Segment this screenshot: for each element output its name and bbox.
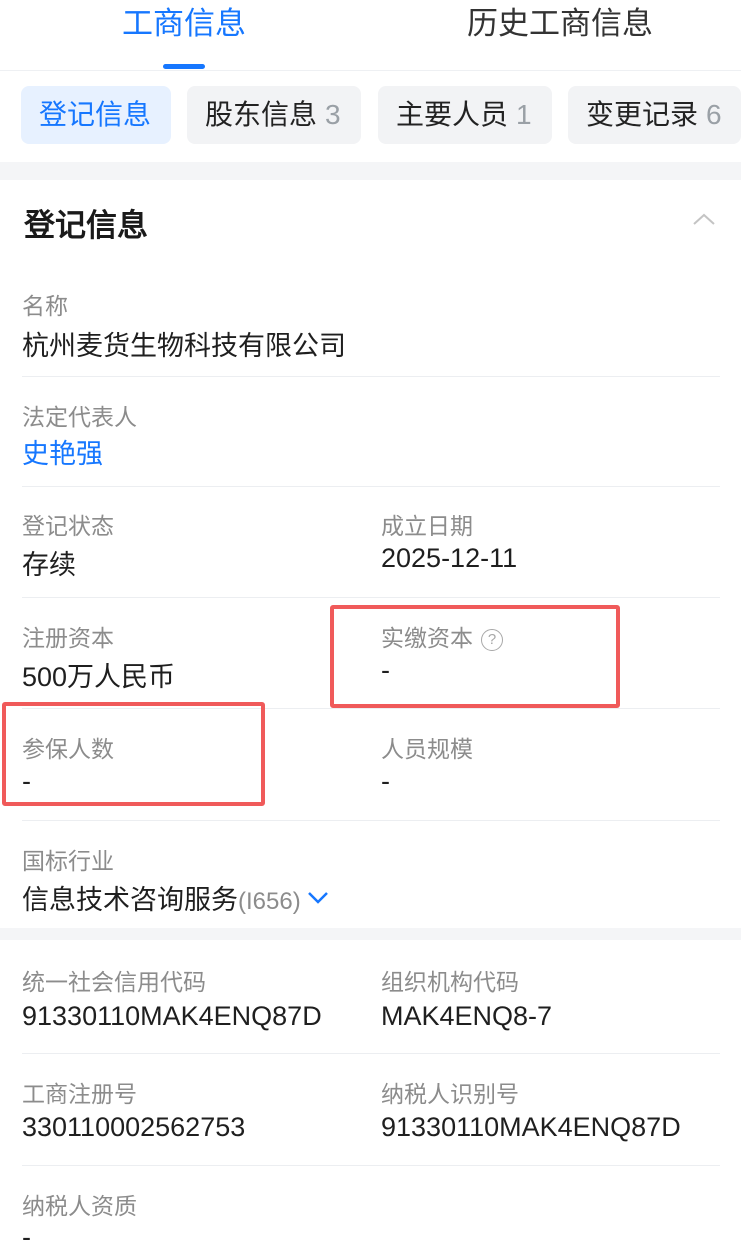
sub-tab-label: 股东信息: [205, 99, 318, 130]
taxpayer-id-value: 91330110MAK4ENQ87D: [381, 1112, 681, 1142]
staff-scale-value: -: [381, 766, 390, 796]
taxpayer-id-label: 纳税人识别号: [381, 1081, 519, 1107]
reg-capital-value: 500万人民币: [22, 662, 176, 692]
highlight-box-paid-capital: [330, 605, 620, 708]
divider: [22, 376, 720, 377]
divider: [22, 1165, 720, 1166]
sub-tab-key-personnel[interactable]: 主要人员 1: [378, 86, 552, 144]
taxpayer-qual-value: -: [22, 1222, 31, 1252]
chevron-up-icon[interactable]: [692, 212, 716, 226]
company-name: 杭州麦货生物科技有限公司: [22, 331, 346, 361]
section-title: 登记信息: [24, 208, 148, 243]
biz-reg-no-label: 工商注册号: [22, 1081, 137, 1107]
divider: [22, 820, 720, 821]
sub-tab-bar: 登记信息 股东信息 3 主要人员 1 变更记录 6: [0, 70, 741, 162]
highlight-box-insured-count: [2, 702, 265, 806]
active-tab-indicator: [163, 64, 205, 69]
reg-status-value: 存续: [22, 550, 76, 580]
reg-capital-label: 注册资本: [22, 625, 114, 651]
sub-tab-count: 1: [516, 99, 532, 130]
sub-tab-label: 变更记录: [586, 99, 699, 130]
sub-tab-registration[interactable]: 登记信息: [21, 86, 171, 144]
legal-rep-link[interactable]: 史艳强: [22, 432, 103, 471]
reg-status-label: 登记状态: [22, 513, 114, 539]
divider: [22, 1053, 720, 1054]
industry-label: 国标行业: [22, 848, 114, 874]
credit-code-label: 统一社会信用代码: [22, 969, 206, 995]
staff-scale-label: 人员规模: [381, 736, 473, 762]
biz-reg-no-value: 330110002562753: [22, 1112, 246, 1142]
sub-tab-count: 6: [706, 99, 722, 130]
tab-history-business-info[interactable]: 历史工商信息: [467, 2, 653, 46]
sub-tab-change-records[interactable]: 变更记录 6: [568, 86, 741, 144]
legal-rep-label: 法定代表人: [22, 404, 137, 430]
org-code-value: MAK4ENQ8-7: [381, 1001, 553, 1031]
section-separator: [0, 928, 741, 940]
sub-tab-count: 3: [325, 99, 341, 130]
sub-tab-label: 登记信息: [39, 99, 152, 130]
name-label: 名称: [22, 293, 68, 319]
divider: [22, 597, 720, 598]
industry-code: (I656): [238, 888, 301, 915]
chevron-down-icon[interactable]: [307, 891, 329, 905]
divider: [22, 486, 720, 487]
section-separator: [0, 162, 741, 180]
sub-tab-shareholders[interactable]: 股东信息 3: [187, 86, 361, 144]
est-date-value: 2025-12-11: [381, 543, 518, 573]
org-code-label: 组织机构代码: [381, 969, 519, 995]
tab-business-info[interactable]: 工商信息: [122, 2, 246, 46]
taxpayer-qual-label: 纳税人资质: [22, 1193, 137, 1219]
industry-field[interactable]: 信息技术咨询服务(I656): [22, 878, 329, 917]
industry-value: 信息技术咨询服务: [22, 885, 238, 915]
top-tab-bar: 工商信息 历史工商信息: [0, 0, 741, 71]
credit-code-value: 91330110MAK4ENQ87D: [22, 1001, 322, 1031]
est-date-label: 成立日期: [381, 513, 473, 539]
sub-tab-label: 主要人员: [396, 99, 509, 130]
